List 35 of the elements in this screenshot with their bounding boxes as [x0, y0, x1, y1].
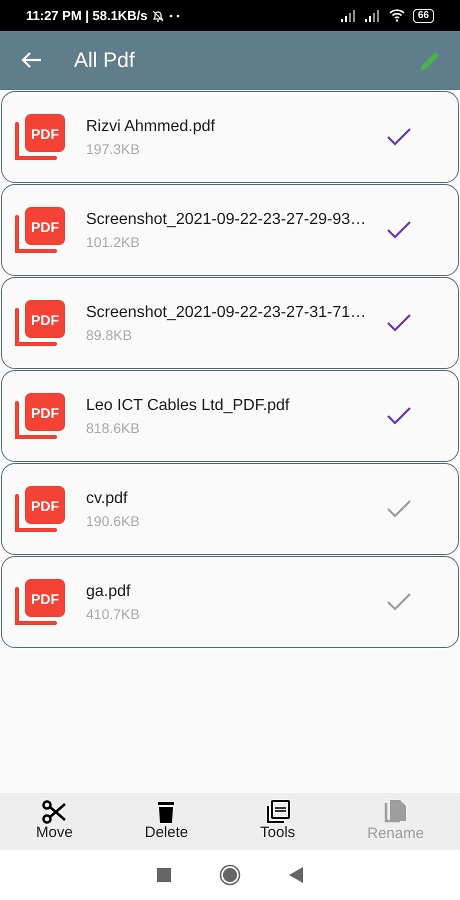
dots-icon [169, 14, 182, 18]
file-name: ga.pdf [86, 582, 132, 602]
file-name: cv.pdf [86, 488, 128, 508]
status-time: 11:27 PM | 58.1KB/s [26, 6, 148, 25]
file-item[interactable]: PDF Screenshot_2021-09-22-23-27-31-71… 89.8KB [1, 277, 459, 369]
file-name: Screenshot_2021-09-22-23-27-29-93… [86, 210, 368, 230]
signal-icon [340, 10, 357, 22]
copy-icon [384, 798, 408, 824]
file-item[interactable]: PDF ga.pdf 410.7KB [1, 556, 459, 648]
bell-off-icon [151, 8, 166, 22]
file-size: 89.8KB [86, 326, 133, 344]
home-button[interactable] [219, 864, 241, 886]
file-name: Leo ICT Cables Ltd_PDF.pdf [86, 396, 290, 416]
move-button[interactable]: Move [36, 800, 73, 842]
file-item[interactable]: PDF Screenshot_2021-09-22-23-27-29-93… 101.2KB [1, 184, 459, 276]
file-name: Rizvi Ahmmed.pdf [86, 116, 216, 136]
file-item[interactable]: PDF Rizvi Ahmmed.pdf 197.3KB [1, 91, 459, 183]
app-title: All Pdf [74, 48, 135, 74]
trash-icon [156, 800, 176, 824]
delete-button[interactable]: Delete [144, 800, 188, 842]
documents-icon [266, 800, 290, 824]
file-item[interactable]: PDF cv.pdf 190.6KB [1, 463, 459, 555]
signal-icon [364, 10, 381, 22]
file-size: 410.7KB [86, 604, 141, 624]
wifi-icon [388, 9, 405, 22]
scissors-icon [41, 800, 68, 824]
back-nav-button[interactable] [289, 867, 303, 883]
file-size: 818.6KB [86, 418, 141, 438]
file-item[interactable]: PDF Leo ICT Cables Ltd_PDF.pdf 818.6KB [1, 370, 459, 462]
file-name: Screenshot_2021-09-22-23-27-31-71… [86, 302, 368, 322]
file-size: 190.6KB [86, 512, 141, 530]
file-size: 197.3KB [86, 140, 141, 158]
battery-level: 66 [412, 8, 434, 22]
file-size: 101.2KB [86, 232, 141, 252]
tools-button[interactable]: Tools [260, 800, 296, 842]
